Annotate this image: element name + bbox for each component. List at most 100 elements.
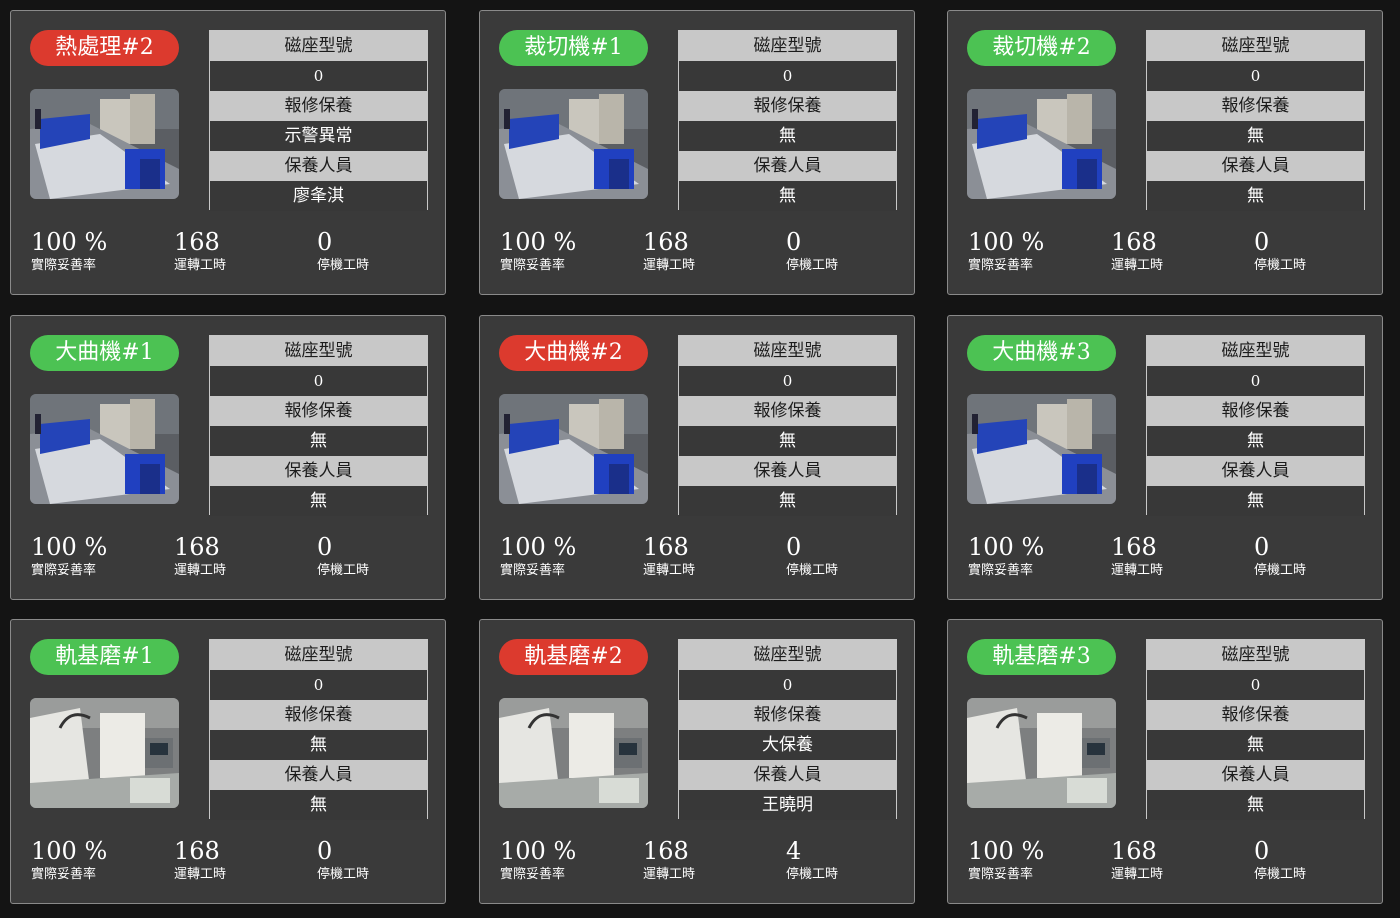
- maintenance-staff-label: 保養人員: [679, 151, 896, 181]
- machine-card[interactable]: 熱處理#2 磁座型號 0 報修保養 示警異常 保養人員 廖夆淇 100 % 實際…: [10, 10, 446, 295]
- down-hours-value: 0: [1254, 228, 1270, 256]
- machine-name-badge[interactable]: 軌基磨#1: [30, 639, 179, 675]
- availability-stat: 100 % 實際妥善率: [500, 532, 576, 580]
- availability-value: 100 %: [31, 837, 108, 865]
- magnet-model-value: 0: [210, 366, 427, 396]
- down-hours-label: 停機工時: [786, 258, 839, 273]
- machine-photo-image: [30, 698, 179, 808]
- down-hours-value: 0: [786, 228, 802, 256]
- maintenance-staff-value: 無: [1147, 486, 1364, 516]
- maintenance-staff-value: 無: [1147, 790, 1364, 820]
- down-hours-stat: 0 停機工時: [317, 227, 369, 275]
- run-hours-stat: 168 運轉工時: [174, 227, 226, 275]
- machine-name-badge[interactable]: 軌基磨#3: [967, 639, 1116, 675]
- repair-maintenance-value: 無: [1147, 121, 1364, 151]
- machine-info-table: 磁座型號 0 報修保養 無 保養人員 無: [678, 335, 897, 516]
- availability-stat: 100 % 實際妥善率: [31, 227, 107, 275]
- machine-name-badge[interactable]: 裁切機#2: [967, 30, 1116, 66]
- magnet-model-label: 磁座型號: [679, 31, 896, 61]
- run-hours-stat: 168 運轉工時: [1111, 227, 1163, 275]
- machine-name-badge[interactable]: 大曲機#1: [30, 335, 179, 371]
- cutting-machine-photo: [499, 89, 648, 199]
- run-hours-label: 運轉工時: [643, 258, 696, 273]
- cutting-machine-photo: [499, 394, 648, 504]
- machine-name-badge[interactable]: 大曲機#2: [499, 335, 648, 371]
- repair-maintenance-value: 無: [1147, 426, 1364, 456]
- down-hours-label: 停機工時: [786, 867, 839, 882]
- availability-stat: 100 % 實際妥善率: [968, 836, 1044, 884]
- maintenance-staff-label: 保養人員: [1147, 151, 1364, 181]
- repair-maintenance-label: 報修保養: [1147, 396, 1364, 426]
- machine-card[interactable]: 軌基磨#1 磁座型號 0 報修保養 無 保養人員 無 100 % 實際妥善率 1…: [10, 619, 446, 904]
- machine-stats: 100 % 實際妥善率 168 運轉工時 0 停機工時: [31, 532, 431, 588]
- machine-info-table: 磁座型號 0 報修保養 無 保養人員 無: [1146, 335, 1365, 516]
- magnet-model-value: 0: [1147, 670, 1364, 700]
- magnet-model-label: 磁座型號: [210, 336, 427, 366]
- run-hours-value: 168: [174, 837, 220, 865]
- repair-maintenance-label: 報修保養: [210, 396, 427, 426]
- run-hours-label: 運轉工時: [1111, 867, 1164, 882]
- machine-stats: 100 % 實際妥善率 168 運轉工時 0 停機工時: [500, 532, 900, 588]
- repair-maintenance-value: 無: [1147, 730, 1364, 760]
- maintenance-staff-value: 無: [1147, 181, 1364, 211]
- availability-stat: 100 % 實際妥善率: [31, 532, 107, 580]
- machine-name-badge[interactable]: 裁切機#1: [499, 30, 648, 66]
- maintenance-staff-label: 保養人員: [210, 456, 427, 486]
- availability-stat: 100 % 實際妥善率: [500, 227, 576, 275]
- availability-stat: 100 % 實際妥善率: [500, 836, 576, 884]
- down-hours-value: 0: [317, 533, 333, 561]
- magnet-model-value: 0: [679, 366, 896, 396]
- repair-maintenance-label: 報修保養: [210, 91, 427, 121]
- machine-photo-image: [499, 394, 648, 504]
- machine-card[interactable]: 軌基磨#2 磁座型號 0 報修保養 大保養 保養人員 王曉明 100 % 實際妥…: [479, 619, 915, 904]
- run-hours-value: 168: [643, 837, 689, 865]
- machine-card[interactable]: 大曲機#1 磁座型號 0 報修保養 無 保養人員 無 100 % 實際妥善率 1…: [10, 315, 446, 600]
- availability-value: 100 %: [968, 533, 1045, 561]
- machine-name-badge[interactable]: 熱處理#2: [30, 30, 179, 66]
- down-hours-stat: 4 停機工時: [786, 836, 838, 884]
- down-hours-value: 0: [1254, 533, 1270, 561]
- machine-name-badge[interactable]: 大曲機#3: [967, 335, 1116, 371]
- machine-info-table: 磁座型號 0 報修保養 無 保養人員 無: [209, 335, 428, 516]
- down-hours-stat: 0 停機工時: [1254, 532, 1306, 580]
- machine-photo-image: [30, 89, 179, 199]
- machine-info-table: 磁座型號 0 報修保養 示警異常 保養人員 廖夆淇: [209, 30, 428, 211]
- repair-maintenance-label: 報修保養: [679, 700, 896, 730]
- repair-maintenance-label: 報修保養: [679, 396, 896, 426]
- availability-label: 實際妥善率: [500, 563, 566, 578]
- machine-card[interactable]: 大曲機#3 磁座型號 0 報修保養 無 保養人員 無 100 % 實際妥善率 1…: [947, 315, 1383, 600]
- maintenance-staff-value: 廖夆淇: [210, 181, 427, 211]
- run-hours-stat: 168 運轉工時: [1111, 836, 1163, 884]
- availability-stat: 100 % 實際妥善率: [968, 532, 1044, 580]
- machine-card[interactable]: 軌基磨#3 磁座型號 0 報修保養 無 保養人員 無 100 % 實際妥善率 1…: [947, 619, 1383, 904]
- magnet-model-label: 磁座型號: [210, 31, 427, 61]
- magnet-model-label: 磁座型號: [210, 640, 427, 670]
- availability-value: 100 %: [31, 533, 108, 561]
- availability-label: 實際妥善率: [500, 867, 566, 882]
- machine-stats: 100 % 實際妥善率 168 運轉工時 0 停機工時: [968, 836, 1368, 892]
- down-hours-stat: 0 停機工時: [317, 836, 369, 884]
- magnet-model-label: 磁座型號: [679, 640, 896, 670]
- availability-label: 實際妥善率: [968, 563, 1034, 578]
- run-hours-value: 168: [643, 228, 689, 256]
- down-hours-stat: 0 停機工時: [317, 532, 369, 580]
- availability-value: 100 %: [500, 228, 577, 256]
- machine-card[interactable]: 裁切機#2 磁座型號 0 報修保養 無 保養人員 無 100 % 實際妥善率 1…: [947, 10, 1383, 295]
- grinder-machine-photo: [499, 698, 648, 808]
- magnet-model-value: 0: [1147, 61, 1364, 91]
- repair-maintenance-value: 大保養: [679, 730, 896, 760]
- machine-photo-image: [499, 698, 648, 808]
- repair-maintenance-value: 無: [679, 121, 896, 151]
- machine-info-table: 磁座型號 0 報修保養 無 保養人員 無: [1146, 30, 1365, 211]
- machine-info-table: 磁座型號 0 報修保養 大保養 保養人員 王曉明: [678, 639, 897, 820]
- magnet-model-value: 0: [679, 61, 896, 91]
- repair-maintenance-label: 報修保養: [210, 700, 427, 730]
- magnet-model-label: 磁座型號: [1147, 31, 1364, 61]
- availability-value: 100 %: [31, 228, 108, 256]
- machine-card[interactable]: 裁切機#1 磁座型號 0 報修保養 無 保養人員 無 100 % 實際妥善率 1…: [479, 10, 915, 295]
- machine-name-badge[interactable]: 軌基磨#2: [499, 639, 648, 675]
- repair-maintenance-value: 示警異常: [210, 121, 427, 151]
- availability-label: 實際妥善率: [31, 563, 97, 578]
- machine-card[interactable]: 大曲機#2 磁座型號 0 報修保養 無 保養人員 無 100 % 實際妥善率 1…: [479, 315, 915, 600]
- run-hours-stat: 168 運轉工時: [174, 532, 226, 580]
